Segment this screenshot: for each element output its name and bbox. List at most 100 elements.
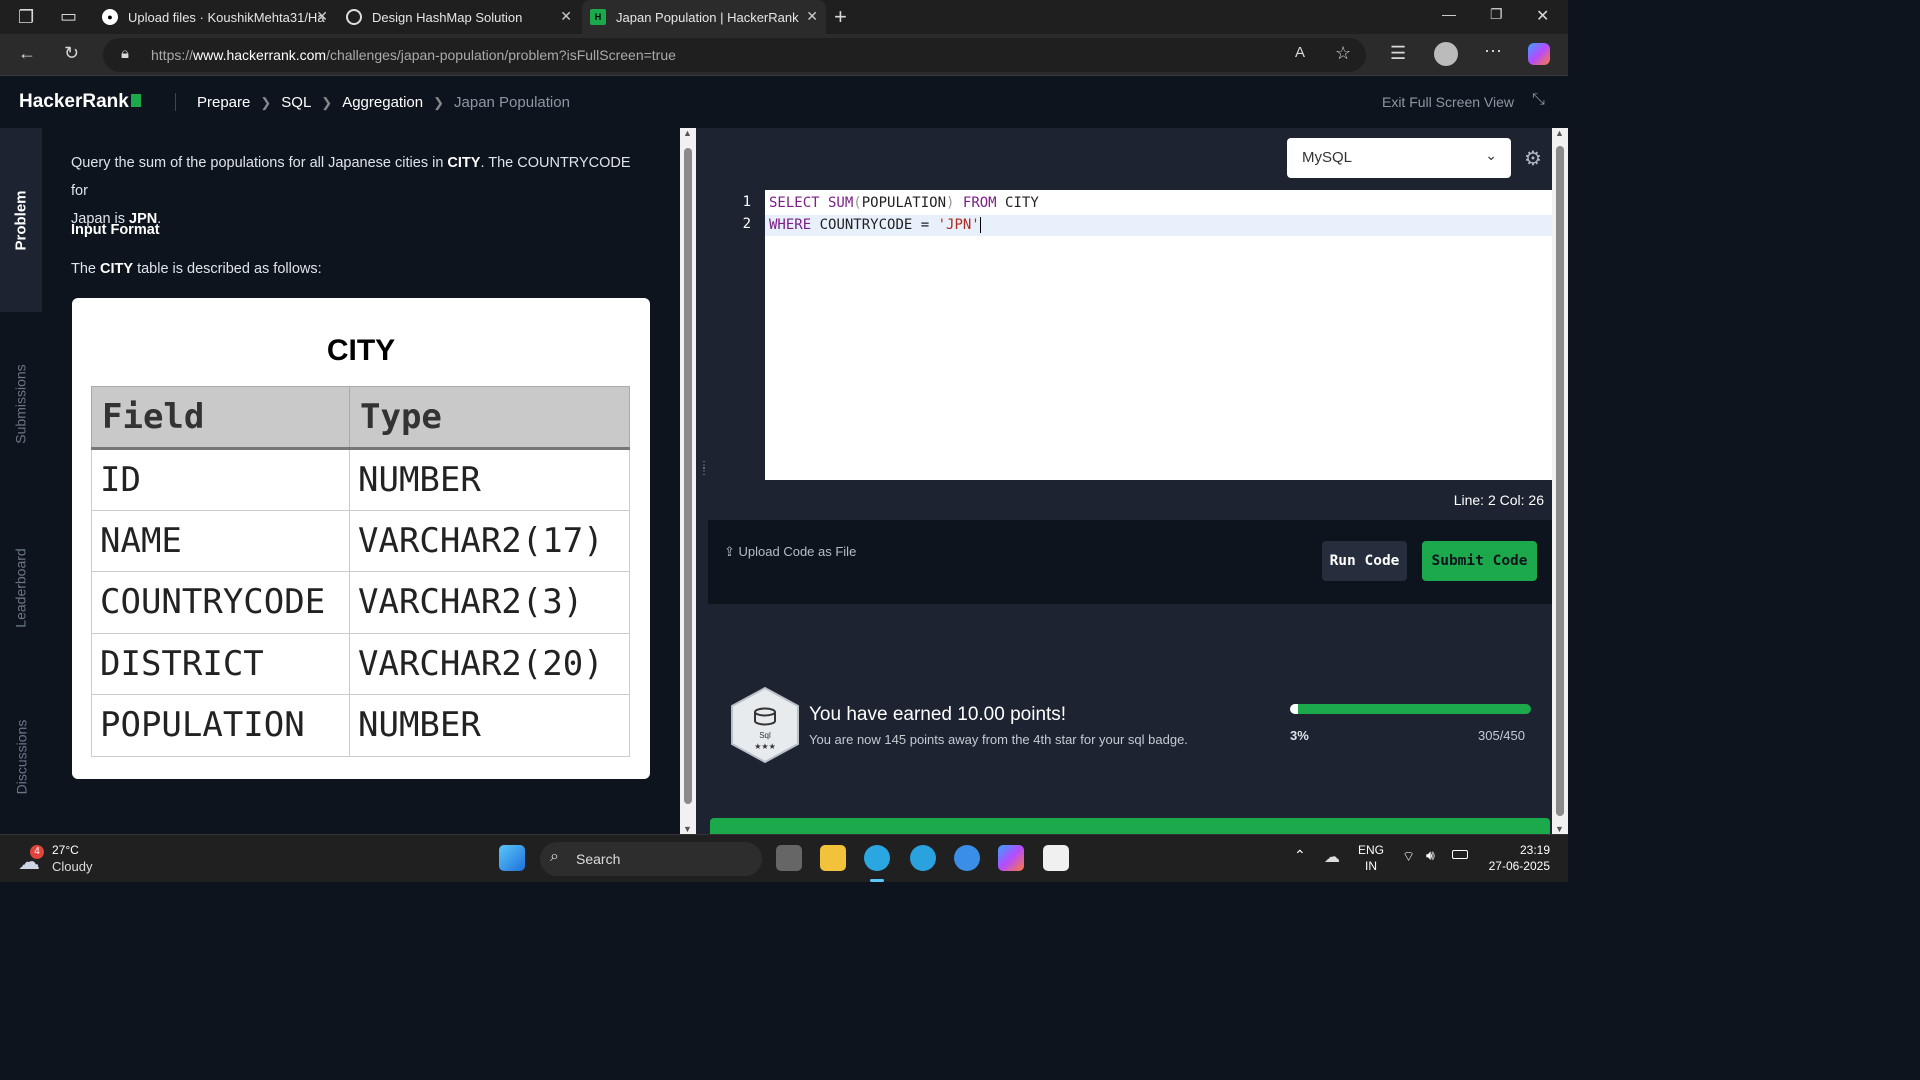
upload-code-link[interactable]: ⇪ Upload Code as File	[724, 544, 856, 560]
scroll-up-icon[interactable]: ▲	[683, 128, 692, 138]
tab-japan-population[interactable]: H Japan Population | HackerRank ✕	[582, 0, 826, 34]
hackerrank-logo[interactable]: HackerRank	[19, 91, 141, 113]
editor-scrollbar[interactable]: ▲ ▼	[1552, 128, 1568, 834]
problem-scrollbar[interactable]: ▲ ▼	[680, 128, 696, 834]
taskbar-search[interactable]: ⌕ Search	[540, 842, 762, 876]
favorite-star-icon[interactable]: ☆	[1335, 43, 1351, 64]
edge-browser-icon[interactable]	[864, 845, 890, 871]
store-icon[interactable]	[1043, 845, 1069, 871]
language-select[interactable]: MySQL ⌄	[1287, 138, 1511, 178]
identifier: CITY	[996, 195, 1039, 211]
line-gutter: 1 2	[708, 190, 765, 480]
volume-icon[interactable]: 🔊︎	[1426, 847, 1435, 864]
tab-discussions[interactable]: Discussions	[0, 680, 42, 834]
workspaces-icon[interactable]: ❐	[18, 7, 34, 28]
code-editor[interactable]: SELECT SUM(POPULATION) FROM CITY WHERE C…	[765, 190, 1552, 480]
table-cell: COUNTRYCODE	[91, 571, 350, 634]
help-icon[interactable]	[954, 845, 980, 871]
telegram-icon[interactable]	[910, 845, 936, 871]
table-cell: ID	[91, 448, 350, 511]
scrollbar-thumb[interactable]	[684, 148, 692, 804]
url-field[interactable]: 🔒︎ https://www.hackerrank.com/challenges…	[103, 38, 1366, 72]
windows-start-icon[interactable]	[499, 845, 525, 871]
lang-code: ENG	[1358, 843, 1385, 857]
city-schema-table: Field Type ID NUMBER NAME VARCHAR2(17) COU…	[91, 386, 630, 757]
progress-fill	[1290, 704, 1298, 714]
tab-design-hashmap[interactable]: Design HashMap Solution ✕	[338, 0, 580, 34]
success-banner	[710, 818, 1550, 834]
url-text: https://www.hackerrank.com/challenges/ja…	[151, 47, 676, 63]
refresh-icon[interactable]: ↻	[64, 43, 79, 64]
tab-title: Japan Population | HackerRank	[616, 9, 799, 25]
copilot-app-icon[interactable]	[998, 845, 1024, 871]
close-icon[interactable]: ✕	[316, 8, 328, 25]
scroll-down-icon[interactable]: ▼	[683, 824, 692, 834]
input-language[interactable]: ENG IN	[1358, 842, 1384, 874]
tab-label: Problem	[12, 189, 30, 251]
tab-leaderboard[interactable]: Leaderboard	[0, 496, 42, 680]
openai-icon	[346, 9, 362, 25]
tab-actions-icon[interactable]: ▭	[60, 6, 77, 27]
desc-city: CITY	[100, 261, 134, 277]
code-line[interactable]: SELECT SUM(POPULATION) FROM CITY	[765, 193, 1552, 214]
breadcrumb-aggregation[interactable]: Aggregation	[342, 94, 423, 111]
url-scheme: https://	[151, 47, 194, 63]
github-icon: ●	[102, 9, 118, 25]
column-header: Type	[349, 386, 630, 450]
task-view-icon[interactable]	[776, 845, 802, 871]
run-code-button[interactable]: Run Code	[1322, 541, 1407, 581]
string-literal: 'JPN'	[937, 217, 980, 233]
more-menu-icon[interactable]: ⋯	[1484, 41, 1502, 62]
wifi-icon[interactable]: ⌔	[1402, 848, 1415, 866]
favorites-icon[interactable]: ☰	[1390, 43, 1406, 64]
search-label: Search	[576, 851, 621, 867]
scroll-down-icon[interactable]: ▼	[1555, 824, 1564, 834]
scrollbar-thumb[interactable]	[1556, 146, 1564, 816]
exit-fullscreen-link[interactable]: Exit Full Screen View	[1382, 94, 1514, 110]
tab-upload-files[interactable]: ● Upload files · KoushikMehta31/Ha ✕	[94, 0, 336, 34]
address-bar-row: ← ↻ 🔒︎ https://www.hackerrank.com/challe…	[0, 34, 1568, 76]
table-row: POPULATION NUMBER	[91, 694, 630, 757]
identifier: COUNTRYCODE =	[811, 217, 938, 233]
submit-code-button[interactable]: Submit Code	[1422, 541, 1537, 581]
onedrive-icon[interactable]: ☁	[1324, 847, 1340, 867]
badge-stars: ★★★	[754, 742, 776, 751]
copilot-icon[interactable]	[1528, 43, 1550, 65]
tab-label: Leaderboard	[13, 548, 29, 628]
chevron-up-icon[interactable]: ⌃	[1294, 847, 1306, 864]
table-cell: VARCHAR2(17)	[349, 509, 630, 572]
close-icon[interactable]: ✕	[806, 8, 818, 25]
profile-avatar-icon[interactable]	[1434, 42, 1458, 66]
points-earned-text: You have earned 10.00 points!	[809, 704, 1067, 725]
code-line-current[interactable]: WHERE COUNTRYCODE = 'JPN'	[765, 215, 1552, 236]
close-icon[interactable]: ✕	[560, 8, 572, 25]
minimize-icon[interactable]: —	[1442, 6, 1456, 22]
window-close-icon[interactable]: ✕	[1536, 6, 1549, 26]
battery-icon[interactable]	[1452, 850, 1468, 859]
collapse-icon[interactable]: ⤡	[1532, 91, 1545, 109]
progress-percent: 3%	[1290, 728, 1309, 743]
tab-problem[interactable]: Problem	[0, 128, 42, 312]
table-row: NAME VARCHAR2(17)	[91, 509, 630, 572]
new-tab-icon[interactable]: +	[834, 4, 847, 30]
breadcrumb-prepare[interactable]: Prepare	[197, 94, 250, 111]
pane-splitter[interactable]: ⋮ ⋮	[696, 128, 709, 834]
read-aloud-icon[interactable]: A	[1295, 44, 1305, 61]
file-explorer-icon[interactable]	[820, 845, 846, 871]
text-cursor	[979, 217, 981, 233]
function: SUM	[819, 195, 854, 211]
system-clock[interactable]: 23:19 27-06-2025	[1478, 842, 1550, 874]
weather-widget[interactable]: ☁ 4 27°C Cloudy	[18, 841, 128, 877]
logo-square	[130, 94, 141, 107]
notification-badge: 4	[30, 845, 44, 859]
breadcrumb-sql[interactable]: SQL	[281, 94, 311, 111]
scroll-up-icon[interactable]: ▲	[1555, 128, 1564, 138]
tab-label: Discussions	[13, 719, 30, 795]
back-icon[interactable]: ←	[18, 43, 36, 64]
keyword: SELECT	[769, 195, 820, 211]
result-panel: Sql ★★★ You have earned 10.00 points! Yo…	[708, 604, 1552, 834]
gear-icon[interactable]: ⚙	[1524, 146, 1542, 171]
restore-icon[interactable]: ❐	[1490, 6, 1503, 23]
tab-submissions[interactable]: Submissions	[0, 312, 42, 496]
table-row: DISTRICT VARCHAR2(20)	[91, 632, 630, 695]
